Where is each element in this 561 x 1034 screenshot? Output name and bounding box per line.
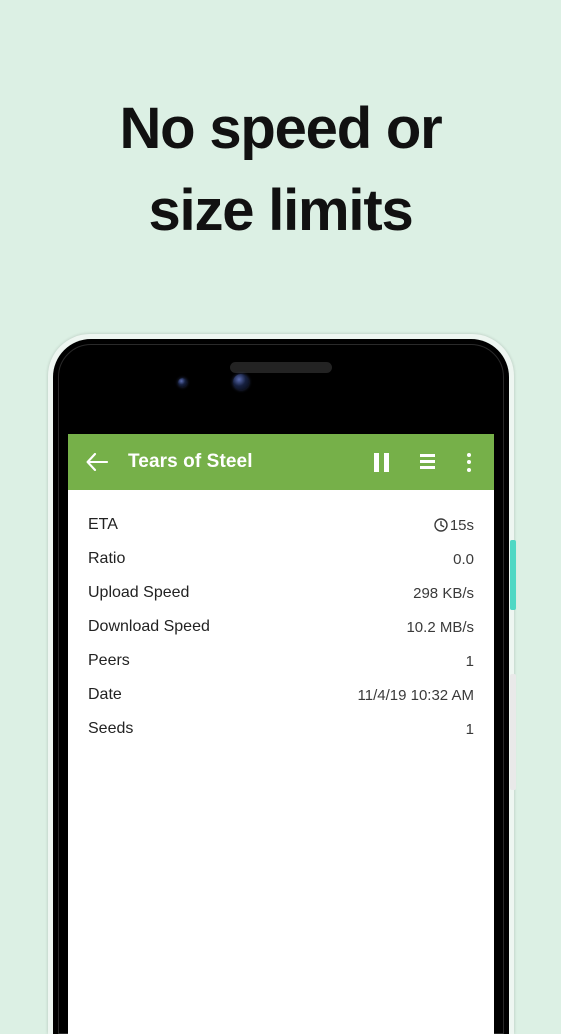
volume-rocker-button[interactable] bbox=[510, 674, 516, 790]
list-icon bbox=[415, 454, 435, 470]
page-title: No speed or size limits bbox=[0, 88, 561, 253]
torrent-detail-list: ETA 15s Ratio 0.0 Upload Speed 298 KB/s … bbox=[68, 490, 494, 746]
overflow-menu-button[interactable] bbox=[458, 451, 480, 473]
detail-label: Seeds bbox=[88, 720, 134, 737]
detail-label: Upload Speed bbox=[88, 584, 190, 601]
clock-icon bbox=[434, 518, 448, 532]
table-row: Peers 1 bbox=[88, 644, 474, 678]
headline-line-1: No speed or bbox=[119, 96, 443, 161]
phone-screen: Tears of Steel ETA 15s Ratio 0.0 Upload … bbox=[68, 434, 494, 1034]
detail-value: 0.0 bbox=[453, 550, 474, 568]
list-view-button[interactable] bbox=[414, 451, 436, 473]
promo-screenshot: No speed or size limits Tears of Steel E… bbox=[0, 0, 561, 1034]
detail-label: Download Speed bbox=[88, 618, 210, 635]
app-bar: Tears of Steel bbox=[68, 434, 494, 490]
pause-icon bbox=[373, 452, 389, 472]
pause-button[interactable] bbox=[370, 451, 392, 473]
more-vert-icon bbox=[467, 452, 472, 472]
table-row: Download Speed 10.2 MB/s bbox=[88, 610, 474, 644]
arrow-left-icon bbox=[86, 453, 108, 471]
detail-label: Peers bbox=[88, 652, 130, 669]
detail-value: 1 bbox=[465, 720, 474, 738]
phone-mockup: Tears of Steel ETA 15s Ratio 0.0 Upload … bbox=[48, 334, 516, 1034]
app-bar-actions bbox=[370, 451, 480, 473]
earpiece-speaker bbox=[230, 362, 332, 373]
table-row: ETA 15s bbox=[88, 508, 474, 542]
headline-line-2: size limits bbox=[148, 178, 413, 244]
detail-value: 1 bbox=[465, 652, 474, 670]
detail-value: 11/4/19 10:32 AM bbox=[357, 686, 474, 704]
app-bar-title: Tears of Steel bbox=[128, 451, 253, 472]
table-row: Date 11/4/19 10:32 AM bbox=[88, 678, 474, 712]
detail-value: 15s bbox=[434, 517, 474, 534]
detail-label: Date bbox=[88, 686, 122, 703]
table-row: Upload Speed 298 KB/s bbox=[88, 576, 474, 610]
detail-label: ETA bbox=[88, 516, 118, 533]
detail-value: 10.2 MB/s bbox=[406, 618, 474, 636]
detail-label: Ratio bbox=[88, 550, 126, 567]
table-row: Seeds 1 bbox=[88, 712, 474, 746]
power-button[interactable] bbox=[510, 540, 516, 610]
table-row: Ratio 0.0 bbox=[88, 542, 474, 576]
back-button[interactable] bbox=[82, 447, 112, 477]
sensor-dot-icon bbox=[178, 378, 187, 387]
detail-value-text: 15s bbox=[449, 516, 474, 534]
front-camera-icon bbox=[233, 374, 249, 390]
detail-value: 298 KB/s bbox=[413, 584, 474, 602]
